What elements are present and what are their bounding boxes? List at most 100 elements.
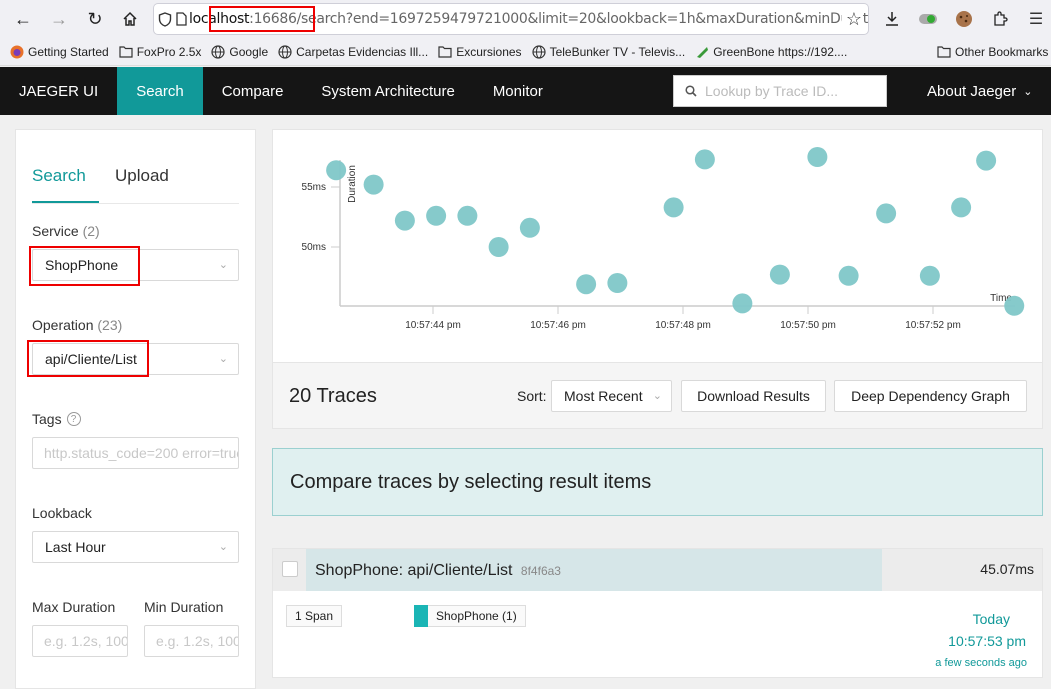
trace-header[interactable]: ShopPhone: api/Cliente/List 8f4f6a3 45.0… (273, 549, 1042, 591)
about-jaeger-menu[interactable]: About Jaeger ⌄ (927, 67, 1032, 115)
y-tick-label: 50ms (302, 242, 326, 253)
x-tick-label: 10:57:48 pm (655, 320, 711, 331)
other-bookmarks-label: Other Bookmarks (955, 44, 1049, 59)
compare-text: Compare traces by selecting result items (290, 470, 652, 493)
bookmark-greenbone[interactable]: GreenBone https://192.... (695, 45, 847, 59)
trace-point (394, 210, 415, 231)
deep-dependency-graph-button[interactable]: Deep Dependency Graph (834, 380, 1027, 412)
bookmark-label: Getting Started (28, 44, 109, 59)
x-tick-label: 10:57:44 pm (405, 320, 461, 331)
other-bookmarks[interactable]: Other Bookmarks (937, 45, 1048, 59)
star-icon[interactable]: ☆ (841, 9, 862, 30)
sort-select[interactable]: Most Recent ⌄ (551, 380, 672, 412)
bookmark-label: Excursiones (456, 44, 522, 59)
trace-point (488, 237, 509, 257)
trace-select-checkbox[interactable] (282, 561, 298, 577)
shield-icon[interactable] (156, 11, 174, 27)
url-host: localhost (189, 11, 250, 27)
trace-point (363, 174, 384, 195)
y-axis-title: Duration (347, 165, 358, 203)
operation-select[interactable]: api/Cliente/List ⌄ (32, 343, 239, 375)
nav-compare[interactable]: Compare (203, 67, 303, 115)
url-bar[interactable]: localhost:16686/search?end=1697259479721… (154, 4, 868, 34)
forward-arrow-icon[interactable]: → (43, 3, 75, 35)
bookmark-label: Google (229, 44, 269, 59)
back-arrow-icon[interactable]: ← (7, 3, 39, 35)
trace-scatter-chart: 50ms 55ms 10:57:44 pm 10:57:46 pm 10:57:48 p… (302, 147, 1025, 331)
service-label: Service (2) (32, 223, 100, 239)
trace-point (694, 149, 715, 170)
trace-point (732, 293, 753, 314)
trace-point (976, 150, 997, 171)
tags-label: Tags ? (32, 411, 81, 427)
service-value: ShopPhone (45, 257, 119, 273)
trace-point (951, 197, 972, 218)
trace-point (807, 147, 828, 167)
trace-point (326, 160, 347, 181)
bookmark-getting-started[interactable]: Getting Started (10, 45, 109, 59)
toolbar-right: ☰ (880, 0, 1048, 38)
trace-result-item[interactable]: ShopPhone: api/Cliente/List 8f4f6a3 45.0… (272, 548, 1043, 678)
menu-icon[interactable]: ☰ (1024, 9, 1048, 29)
lookup-placeholder: Lookup by Trace ID... (705, 83, 839, 99)
globe-icon (278, 44, 292, 59)
chevron-down-icon: ⌄ (218, 259, 228, 271)
tags-label-text: Tags (32, 411, 62, 427)
bookmark-foxpro[interactable]: FoxPro 2.5x (119, 44, 202, 59)
reload-icon[interactable]: ↻ (79, 3, 111, 35)
tab-search[interactable]: Search (32, 166, 86, 186)
operation-label: Operation (23) (32, 317, 122, 333)
nav-search[interactable]: Search (117, 67, 203, 115)
extensions-puzzle-icon[interactable] (988, 11, 1012, 27)
cookie-icon[interactable] (952, 10, 976, 28)
download-results-button[interactable]: Download Results (681, 380, 826, 412)
brand-link[interactable]: JAEGER UI (0, 67, 117, 115)
lookback-value: Last Hour (45, 539, 106, 555)
nav-monitor[interactable]: Monitor (474, 67, 562, 115)
operation-label-text: Operation (32, 317, 94, 333)
bookmark-carpetas[interactable]: Carpetas Evidencias Ill... (278, 45, 428, 59)
download-icon[interactable] (880, 11, 904, 27)
service-tag: ShopPhone (1) (414, 605, 526, 627)
search-icon (685, 85, 697, 97)
x-tick-label: 10:57:52 pm (905, 320, 961, 331)
extension-badge-icon[interactable] (916, 13, 940, 25)
globe-icon (211, 44, 226, 59)
trace-point (919, 265, 940, 286)
bookmark-excursiones[interactable]: Excursiones (438, 44, 522, 59)
help-icon[interactable]: ? (66, 412, 81, 426)
trace-point (607, 273, 628, 293)
min-duration-input[interactable]: e.g. 1.2s, 100ms, 500us (144, 625, 239, 657)
chevron-down-icon: ⌄ (218, 353, 228, 365)
bookmark-label: FoxPro 2.5x (136, 44, 202, 59)
trace-id-lookup-input[interactable]: Lookup by Trace ID... (673, 75, 887, 107)
bookmark-google[interactable]: Google (211, 45, 268, 59)
url-path: /search?end=1697259479721000&limit=20&lo… (296, 11, 868, 27)
tags-input[interactable]: http.status_code=200 error=true (32, 437, 239, 469)
max-duration-input[interactable]: e.g. 1.2s, 100ms, 500us (32, 625, 128, 657)
x-tick-label: 10:57:50 pm (780, 320, 836, 331)
x-tick-label: 10:57:46 pm (530, 320, 586, 331)
lookback-label: Lookback (32, 505, 92, 521)
trace-title: ShopPhone: api/Cliente/List (315, 562, 513, 579)
trace-point (426, 205, 447, 226)
service-count: (2) (82, 223, 100, 239)
lookback-select[interactable]: Last Hour ⌄ (32, 531, 239, 563)
service-select[interactable]: ShopPhone ⌄ (32, 249, 239, 281)
span-count-badge: 1 Span (286, 605, 343, 627)
bookmark-telebunker[interactable]: TeleBunker TV - Televis... (531, 45, 685, 59)
browser-toolbar: ← → ↻ localhost:16686/search?end=1697259… (0, 0, 1051, 38)
tab-upload[interactable]: Upload (115, 166, 169, 186)
url-text[interactable]: localhost:16686/search?end=1697259479721… (189, 11, 868, 27)
sort-value: Most Recent (564, 388, 643, 404)
operation-count: (23) (97, 317, 123, 333)
folder-icon (937, 45, 951, 59)
trace-id: 8f4f6a3 (520, 564, 561, 578)
max-duration-placeholder: e.g. 1.2s, 100ms, 500us (44, 633, 128, 649)
nav-system-architecture[interactable]: System Architecture (302, 67, 473, 115)
home-icon[interactable] (114, 3, 146, 35)
service-color-swatch (414, 605, 428, 627)
min-duration-placeholder: e.g. 1.2s, 100ms, 500us (156, 633, 239, 649)
trace-point (457, 205, 478, 226)
trace-point (576, 274, 597, 295)
